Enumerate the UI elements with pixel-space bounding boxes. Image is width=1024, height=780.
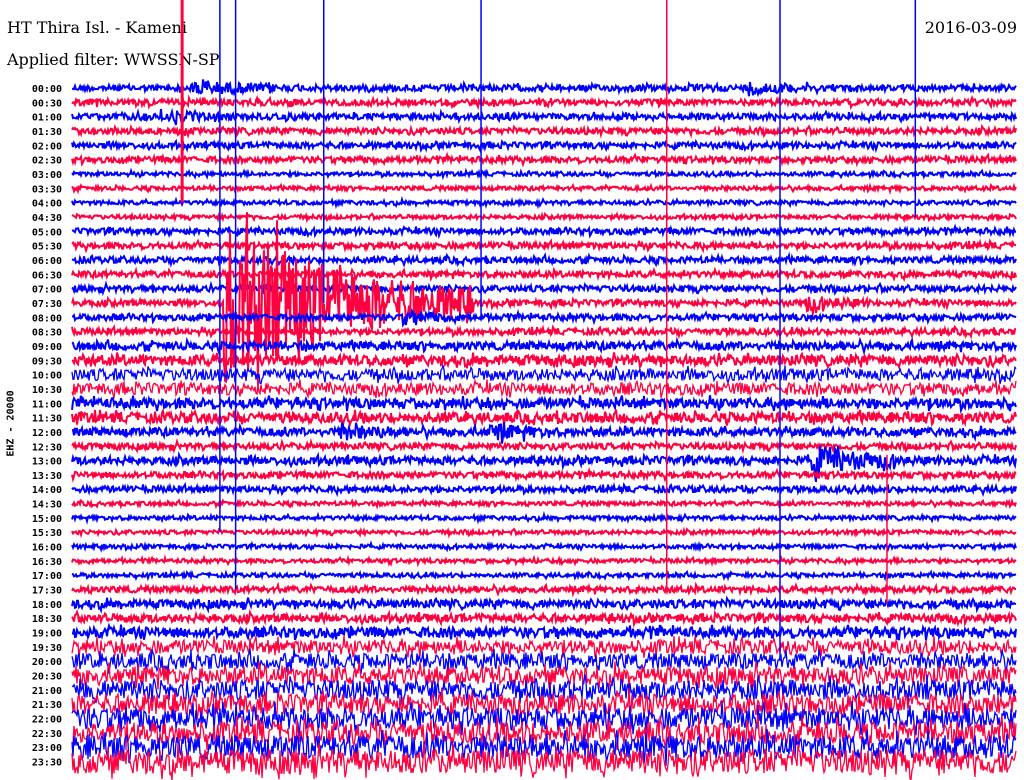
row-time-label: 14:30 [32, 500, 62, 511]
row-time-label: 05:00 [32, 227, 62, 238]
trace-row-1130 [71, 407, 1017, 428]
trace-row-1730 [71, 581, 1016, 598]
row-time-label: 21:00 [32, 686, 62, 697]
row-time-label: 00:30 [32, 98, 62, 109]
row-time-label: 19:30 [32, 643, 62, 654]
trace-row-1700 [71, 568, 1017, 582]
row-time-label: 01:30 [32, 127, 62, 138]
trace-row-1800 [71, 595, 1017, 615]
row-time-label: 09:30 [32, 356, 62, 367]
row-time-label: 05:30 [32, 242, 62, 253]
trace-row-0830 [71, 324, 1017, 340]
row-time-label: 18:00 [32, 600, 62, 611]
row-time-label: 14:00 [32, 485, 62, 496]
row-time-label: 19:00 [32, 629, 62, 640]
row-time-label: 08:30 [32, 328, 62, 339]
trace-row-1430 [71, 497, 1017, 511]
trace-row-1200 [71, 422, 1017, 444]
trace-row-0130 [71, 123, 1017, 139]
trace-row-0000 [71, 79, 1017, 98]
trace-row-1630 [71, 554, 1017, 568]
row-time-label: 03:30 [32, 184, 62, 195]
row-time-label: 20:30 [32, 672, 62, 683]
row-time-label: 18:30 [32, 614, 62, 625]
trace-row-0530 [71, 238, 1017, 254]
row-time-label: 11:30 [32, 414, 62, 425]
row-time-label: 22:00 [32, 715, 62, 726]
trace-row-1400 [71, 481, 1017, 498]
row-time-label: 04:00 [32, 199, 62, 210]
row-time-label: 02:00 [32, 141, 62, 152]
row-time-label: 06:30 [32, 270, 62, 281]
trace-row-0700 [71, 280, 1017, 297]
trace-row-0930 [71, 351, 1017, 370]
row-time-label: 20:00 [32, 657, 62, 668]
row-time-label: 15:30 [32, 528, 62, 539]
row-time-label: 16:30 [32, 557, 62, 568]
row-time-label: 09:00 [32, 342, 62, 353]
trace-row-0800 [71, 308, 1017, 328]
row-time-label: 17:30 [32, 586, 62, 597]
trace-row-0400 [71, 195, 1017, 210]
row-time-label: 07:30 [32, 299, 62, 310]
row-time-label: 07:00 [32, 285, 62, 296]
trace-row-1600 [71, 540, 1017, 553]
trace-row-0200 [71, 138, 1017, 154]
row-time-label: 16:00 [32, 543, 62, 554]
row-time-label: 01:00 [32, 113, 62, 124]
trace-row-1000 [71, 365, 1017, 386]
row-time-label: 22:30 [32, 729, 62, 740]
row-time-label: 13:00 [32, 457, 62, 468]
row-time-label: 04:30 [32, 213, 62, 224]
row-time-label: 06:00 [32, 256, 62, 267]
trace-row-1830 [71, 608, 1017, 629]
row-time-label: 00:00 [32, 84, 62, 95]
row-time-label: 23:30 [32, 758, 62, 769]
row-time-label: 03:00 [32, 170, 62, 181]
row-time-label: 10:00 [32, 371, 62, 382]
trace-row-0030 [71, 94, 1017, 111]
trace-row-0900 [71, 336, 1017, 356]
row-time-label: 12:30 [32, 442, 62, 453]
row-time-label: 13:30 [32, 471, 62, 482]
trace-row-0230 [71, 151, 1017, 168]
trace-row-0100 [71, 107, 1017, 126]
trace-row-0630 [71, 266, 1017, 283]
trace-row-0330 [71, 182, 1017, 196]
trace-row-1330 [71, 466, 1017, 483]
row-time-label: 11:00 [32, 399, 62, 410]
row-time-label: 17:00 [32, 571, 62, 582]
row-time-label: 21:30 [32, 700, 62, 711]
helicorder-plot: 00:00 00:30 01:00 01:30 02:00 02:30 03:00 03:30… [32, 0, 1017, 780]
row-time-label: 12:00 [32, 428, 62, 439]
row-time-label: 23:00 [32, 743, 62, 754]
trace-row-1530 [71, 526, 1017, 539]
row-time-label: 10:30 [32, 385, 62, 396]
trace-row-0430 [71, 211, 1017, 224]
trace-row-1100 [71, 394, 1017, 415]
trace-row-1030 [71, 378, 1017, 400]
trace-row-0300 [71, 167, 1017, 181]
trace-row-1500 [71, 510, 1017, 525]
trace-row-0600 [71, 251, 1017, 268]
row-time-label: 08:00 [32, 313, 62, 324]
trace-row-1230 [71, 437, 1017, 455]
trace-row-0500 [71, 223, 1016, 240]
row-time-label: 15:00 [32, 514, 62, 525]
row-time-label: 02:30 [32, 156, 62, 167]
